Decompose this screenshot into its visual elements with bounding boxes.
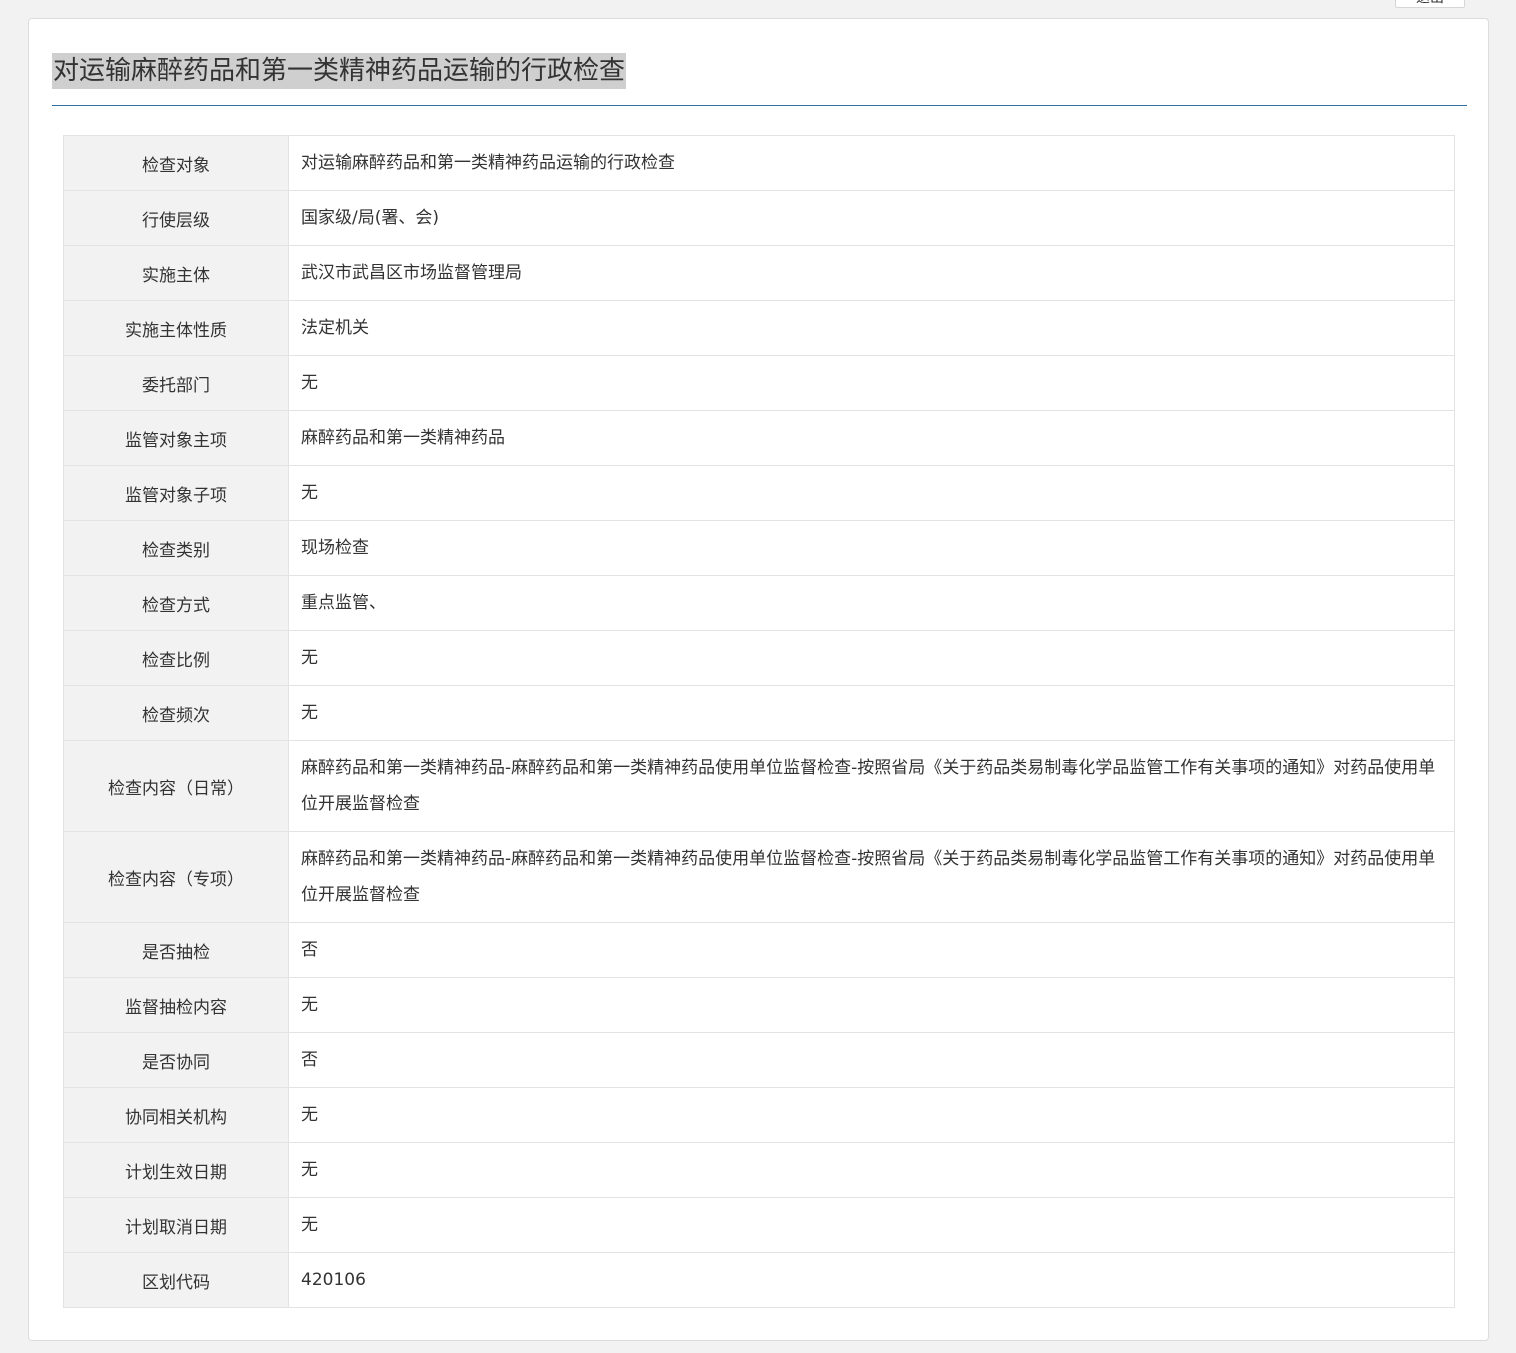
- row-label: 检查方式: [63, 575, 289, 631]
- table-row: 计划生效日期 无: [63, 1142, 1455, 1198]
- row-label: 监管对象主项: [63, 410, 289, 466]
- row-value: 麻醉药品和第一类精神药品-麻醉药品和第一类精神药品使用单位监督检查-按照省局《关…: [288, 740, 1455, 832]
- row-value: 无: [288, 1087, 1455, 1143]
- row-label: 检查内容（日常）: [63, 740, 289, 832]
- detail-panel: 对运输麻醉药品和第一类精神药品运输的行政检查 检查对象 对运输麻醉药品和第一类精…: [28, 18, 1489, 1341]
- table-row: 协同相关机构 无: [63, 1087, 1455, 1143]
- row-label: 实施主体性质: [63, 300, 289, 356]
- row-label: 监管对象子项: [63, 465, 289, 521]
- row-value: 国家级/局(署、会): [288, 190, 1455, 246]
- row-label: 监督抽检内容: [63, 977, 289, 1033]
- row-value: 麻醉药品和第一类精神药品-麻醉药品和第一类精神药品使用单位监督检查-按照省局《关…: [288, 831, 1455, 923]
- table-row: 检查比例 无: [63, 630, 1455, 686]
- row-value: 无: [288, 1197, 1455, 1253]
- row-value: 420106: [288, 1252, 1455, 1308]
- row-value: 无: [288, 1142, 1455, 1198]
- row-label: 是否协同: [63, 1032, 289, 1088]
- table-row: 检查频次 无: [63, 685, 1455, 741]
- row-label: 计划取消日期: [63, 1197, 289, 1253]
- table-row: 实施主体性质 法定机关: [63, 300, 1455, 356]
- row-label: 检查对象: [63, 135, 289, 191]
- row-label: 是否抽检: [63, 922, 289, 978]
- row-label: 检查内容（专项）: [63, 831, 289, 923]
- row-value: 重点监管、: [288, 575, 1455, 631]
- row-label: 区划代码: [63, 1252, 289, 1308]
- row-label: 委托部门: [63, 355, 289, 411]
- table-row: 检查对象 对运输麻醉药品和第一类精神药品运输的行政检查: [63, 135, 1455, 191]
- row-value: 无: [288, 355, 1455, 411]
- table-row: 监管对象主项 麻醉药品和第一类精神药品: [63, 410, 1455, 466]
- detail-table: 检查对象 对运输麻醉药品和第一类精神药品运输的行政检查 行使层级 国家级/局(署…: [63, 135, 1455, 1308]
- row-value: 无: [288, 977, 1455, 1033]
- row-value: 否: [288, 922, 1455, 978]
- title-divider: [52, 105, 1467, 106]
- page-title: 对运输麻醉药品和第一类精神药品运输的行政检查: [52, 53, 627, 89]
- back-button[interactable]: 退出: [1395, 0, 1465, 8]
- row-label: 计划生效日期: [63, 1142, 289, 1198]
- table-row: 检查类别 现场检查: [63, 520, 1455, 576]
- row-value: 无: [288, 685, 1455, 741]
- table-row: 是否抽检 否: [63, 922, 1455, 978]
- row-label: 行使层级: [63, 190, 289, 246]
- row-label: 检查比例: [63, 630, 289, 686]
- table-row: 计划取消日期 无: [63, 1197, 1455, 1253]
- row-value: 无: [288, 630, 1455, 686]
- row-label: 实施主体: [63, 245, 289, 301]
- row-label: 检查频次: [63, 685, 289, 741]
- row-value: 否: [288, 1032, 1455, 1088]
- table-row: 是否协同 否: [63, 1032, 1455, 1088]
- row-label: 协同相关机构: [63, 1087, 289, 1143]
- table-row: 检查内容（日常） 麻醉药品和第一类精神药品-麻醉药品和第一类精神药品使用单位监督…: [63, 740, 1455, 832]
- row-value: 麻醉药品和第一类精神药品: [288, 410, 1455, 466]
- row-value: 对运输麻醉药品和第一类精神药品运输的行政检查: [288, 135, 1455, 191]
- table-row: 检查内容（专项） 麻醉药品和第一类精神药品-麻醉药品和第一类精神药品使用单位监督…: [63, 831, 1455, 923]
- table-row: 委托部门 无: [63, 355, 1455, 411]
- table-row: 监督抽检内容 无: [63, 977, 1455, 1033]
- row-value: 无: [288, 465, 1455, 521]
- row-value: 法定机关: [288, 300, 1455, 356]
- table-row: 行使层级 国家级/局(署、会): [63, 190, 1455, 246]
- row-label: 检查类别: [63, 520, 289, 576]
- table-row: 区划代码 420106: [63, 1252, 1455, 1308]
- table-row: 监管对象子项 无: [63, 465, 1455, 521]
- table-row: 检查方式 重点监管、: [63, 575, 1455, 631]
- row-value: 现场检查: [288, 520, 1455, 576]
- table-row: 实施主体 武汉市武昌区市场监督管理局: [63, 245, 1455, 301]
- row-value: 武汉市武昌区市场监督管理局: [288, 245, 1455, 301]
